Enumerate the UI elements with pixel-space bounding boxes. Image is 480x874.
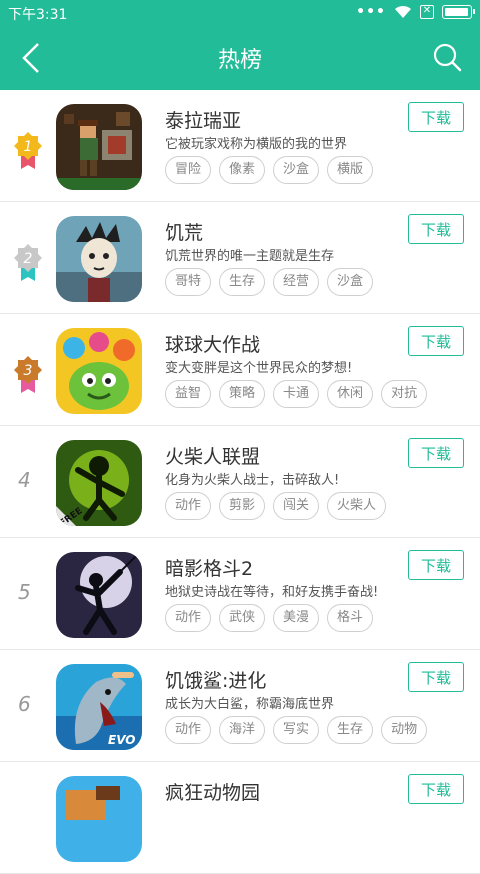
tag[interactable]: 生存 [219,268,266,296]
tag-list: 动作 剪影 闯关 火柴人 [165,492,387,520]
download-button[interactable]: 下载 [408,102,464,132]
top-navigation: 热榜 [0,26,480,90]
tag[interactable]: 动作 [165,716,212,744]
sim-icon: ✕ [420,5,434,19]
app-name: 饥饿鲨:进化 [165,670,267,692]
tag[interactable]: 海洋 [219,716,266,744]
tag[interactable]: 哥特 [165,268,212,296]
app-description: 饥荒世界的唯一主题就是生存 [165,249,335,264]
list-item[interactable]: 2 饥荒 饥荒世界的唯一主题就是生存 哥特 生存 经营 沙盒 下载 [0,202,480,314]
tag[interactable]: 对抗 [381,380,428,408]
tag[interactable]: 横版 [327,156,374,184]
tag[interactable]: 写实 [273,716,320,744]
tag-list: 动作 武侠 美漫 格斗 [165,604,374,632]
tag[interactable]: 武侠 [219,604,266,632]
tag[interactable]: 格斗 [327,604,374,632]
tag[interactable]: 动物 [381,716,428,744]
app-icon-shadow-fight-2[interactable] [56,552,142,638]
tag[interactable]: 动作 [165,492,212,520]
rank-number: 5 [18,580,31,604]
page-title: 热榜 [217,48,262,73]
app-icon-terraria[interactable] [56,104,142,190]
tag[interactable]: 美漫 [273,604,320,632]
app-description: 它被玩家戏称为横版的我的世界 [165,137,348,152]
tag[interactable]: 益智 [165,380,212,408]
rank-number: 4 [18,468,31,492]
app-icon-ball-battle[interactable] [56,328,142,414]
app-description: 化身为火柴人战士，击碎敌人! [165,473,340,488]
tag[interactable]: 生存 [327,716,374,744]
rank-number: 6 [18,692,31,716]
ranking-list: 1 泰拉瑞亚 它被玩家戏称为横版的我的世界 冒险 像素 沙盒 横版 下载 2 饥… [0,90,480,874]
svg-text:3: 3 [24,363,33,379]
app-description: 变大变胖是这个世界民众的梦想! [165,361,353,376]
silver-medal-icon: 2 [14,244,42,281]
list-item[interactable]: 6 EVO 饥饿鲨:进化 成长为大白鲨，称霸海底世界 动作 海洋 写实 生存 动… [0,650,480,762]
app-icon-hungry-shark-evolution[interactable]: EVO [56,664,142,750]
download-button[interactable]: 下载 [408,662,464,692]
app-name: 火柴人联盟 [165,446,261,468]
app-icon-stickman-league[interactable]: FREE [56,440,142,526]
status-icons: ••• ✕ [356,4,475,20]
list-item[interactable]: 4 FREE 火柴人联盟 化身为火柴人战士，击碎敌人! 动作 剪影 闯关 火柴人… [0,426,480,538]
svg-text:1: 1 [24,139,33,155]
list-item[interactable]: 1 泰拉瑞亚 它被玩家戏称为横版的我的世界 冒险 像素 沙盒 横版 下载 [0,90,480,202]
tag[interactable]: 像素 [219,156,266,184]
app-name: 泰拉瑞亚 [165,110,242,132]
tag-list: 哥特 生存 经营 沙盒 [165,268,374,296]
tag[interactable]: 经营 [273,268,320,296]
tag-list: 冒险 像素 沙盒 横版 [165,156,374,184]
gold-medal-icon: 1 [14,132,42,169]
wifi-icon [395,5,411,18]
tag[interactable]: 沙盒 [273,156,320,184]
app-name: 疯狂动物园 [165,782,261,804]
tag-list: 动作 海洋 写实 生存 动物 [165,716,428,744]
tag-list: 益智 策略 卡通 休闲 对抗 [165,380,428,408]
tag[interactable]: 休闲 [327,380,374,408]
tag[interactable]: 剪影 [219,492,266,520]
status-time: 下午3:31 [8,7,68,23]
tag[interactable]: 沙盒 [327,268,374,296]
svg-text:EVO: EVO [108,733,135,747]
download-button[interactable]: 下载 [408,214,464,244]
tag[interactable]: 闯关 [273,492,320,520]
app-name: 暗影格斗2 [165,558,254,580]
app-name: 饥荒 [165,222,204,244]
download-button[interactable]: 下载 [408,550,464,580]
tag[interactable]: 卡通 [273,380,320,408]
battery-icon [442,5,475,19]
list-item[interactable]: 3 球球大作战 变大变胖是这个世界民众的梦想! 益智 策略 卡通 休闲 对抗 下… [0,314,480,426]
search-icon[interactable] [432,42,462,72]
download-button[interactable]: 下载 [408,326,464,356]
app-icon-rodeo-stampede[interactable] [56,776,142,862]
tag[interactable]: 冒险 [165,156,212,184]
list-item[interactable]: 疯狂动物园 下载 [0,762,480,874]
app-name: 球球大作战 [165,334,261,356]
list-item[interactable]: 5 暗影格斗2 地狱史诗战在等待，和好友携手奋战! 动作 武侠 美漫 格斗 下载 [0,538,480,650]
app-description: 地狱史诗战在等待，和好友携手奋战! [165,585,379,600]
tag[interactable]: 火柴人 [327,492,387,520]
more-dots-icon: ••• [356,4,386,20]
download-button[interactable]: 下载 [408,438,464,468]
bronze-medal-icon: 3 [14,356,42,393]
tag[interactable]: 策略 [219,380,266,408]
app-icon-dont-starve[interactable] [56,216,142,302]
app-description: 成长为大白鲨，称霸海底世界 [165,697,335,712]
svg-text:2: 2 [24,251,33,267]
tag[interactable]: 动作 [165,604,212,632]
status-bar: 下午3:31 ••• ✕ [0,0,480,26]
